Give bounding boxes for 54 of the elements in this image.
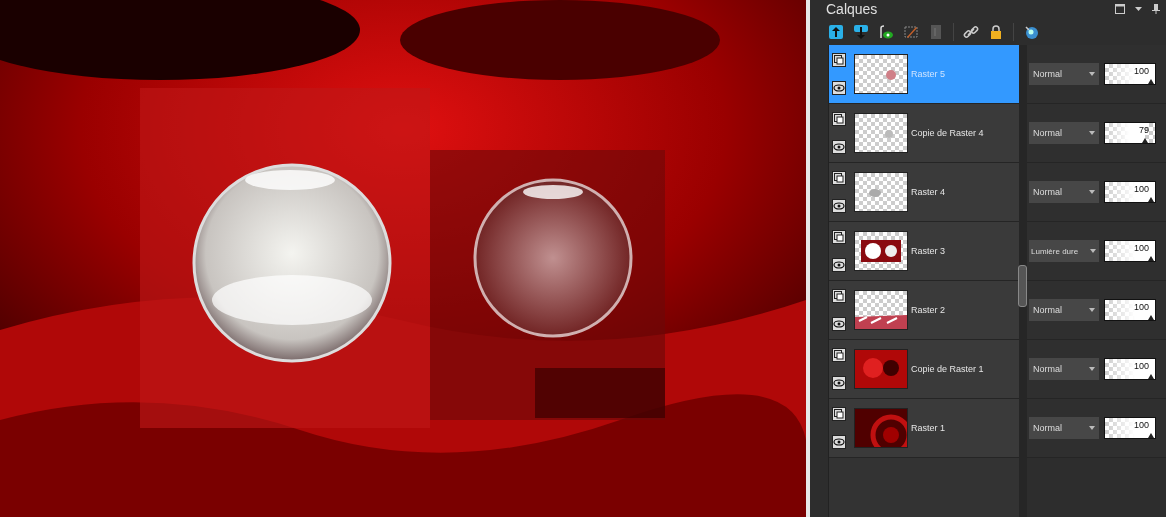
blend-mode-dropdown[interactable]: Normal bbox=[1029, 122, 1099, 144]
layer-row[interactable]: Raster 3 bbox=[829, 222, 1019, 281]
layer-name: Copie de Raster 1 bbox=[911, 364, 984, 374]
layer-row[interactable]: Copie de Raster 4 bbox=[829, 104, 1019, 163]
blend-mode-dropdown[interactable]: Lumière dure bbox=[1029, 240, 1099, 262]
splitter-handle[interactable] bbox=[1018, 265, 1027, 307]
document-icon[interactable] bbox=[928, 23, 944, 40]
eye-icon[interactable] bbox=[832, 435, 846, 449]
link-icon[interactable] bbox=[963, 23, 979, 40]
arrow-up-icon[interactable] bbox=[828, 23, 844, 40]
eye-icon[interactable] bbox=[832, 258, 846, 272]
layer-row[interactable]: Raster 4 bbox=[829, 163, 1019, 222]
blend-mode-dropdown[interactable]: Normal bbox=[1029, 417, 1099, 439]
layer-name: Copie de Raster 4 bbox=[911, 128, 984, 138]
opacity-slider[interactable]: 79 bbox=[1104, 122, 1156, 144]
layer-row[interactable]: Raster 2 bbox=[829, 281, 1019, 340]
layer-type-icon[interactable] bbox=[832, 112, 846, 126]
layer-name: Raster 5 bbox=[911, 69, 945, 79]
pin-icon[interactable] bbox=[1152, 4, 1160, 14]
arrow-down-icon[interactable] bbox=[853, 23, 869, 40]
layer-type-icon[interactable] bbox=[832, 289, 846, 303]
layer-name: Raster 3 bbox=[911, 246, 945, 256]
eye-icon[interactable] bbox=[832, 81, 846, 95]
layer-type-icon[interactable] bbox=[832, 171, 846, 185]
layer-name: Raster 4 bbox=[911, 187, 945, 197]
lock-icon[interactable] bbox=[988, 23, 1004, 40]
eye-icon[interactable] bbox=[832, 140, 846, 154]
eye-icon[interactable] bbox=[832, 376, 846, 390]
opacity-slider[interactable]: 100 bbox=[1104, 63, 1156, 85]
layer-type-icon[interactable] bbox=[832, 348, 846, 362]
blend-mode-dropdown[interactable]: Normal bbox=[1029, 181, 1099, 203]
eye-icon[interactable] bbox=[832, 199, 846, 213]
blend-mode-dropdown[interactable]: Normal bbox=[1029, 299, 1099, 321]
opacity-slider[interactable]: 100 bbox=[1104, 240, 1156, 262]
eye-icon[interactable] bbox=[878, 23, 894, 40]
layer-type-icon[interactable] bbox=[832, 230, 846, 244]
blend-mode-dropdown[interactable]: Normal bbox=[1029, 358, 1099, 380]
blend-mode-dropdown[interactable]: Normal bbox=[1029, 63, 1099, 85]
layer-type-icon[interactable] bbox=[832, 407, 846, 421]
dropdown-icon[interactable] bbox=[1135, 7, 1142, 11]
opacity-slider[interactable]: 100 bbox=[1104, 299, 1156, 321]
layer-type-icon[interactable] bbox=[832, 53, 846, 67]
maximize-icon[interactable] bbox=[1115, 4, 1125, 14]
layer-name: Raster 2 bbox=[911, 305, 945, 315]
brush-icon[interactable] bbox=[903, 23, 919, 40]
opacity-slider[interactable]: 100 bbox=[1104, 181, 1156, 203]
mask-icon[interactable] bbox=[1023, 23, 1039, 40]
layer-row[interactable]: Raster 1 bbox=[829, 399, 1019, 458]
opacity-slider[interactable]: 100 bbox=[1104, 417, 1156, 439]
opacity-slider[interactable]: 100 bbox=[1104, 358, 1156, 380]
eye-icon[interactable] bbox=[832, 317, 846, 331]
panel-title: Calques bbox=[826, 1, 879, 17]
layer-name: Raster 1 bbox=[911, 423, 945, 433]
layer-row[interactable]: Copie de Raster 1 bbox=[829, 340, 1019, 399]
